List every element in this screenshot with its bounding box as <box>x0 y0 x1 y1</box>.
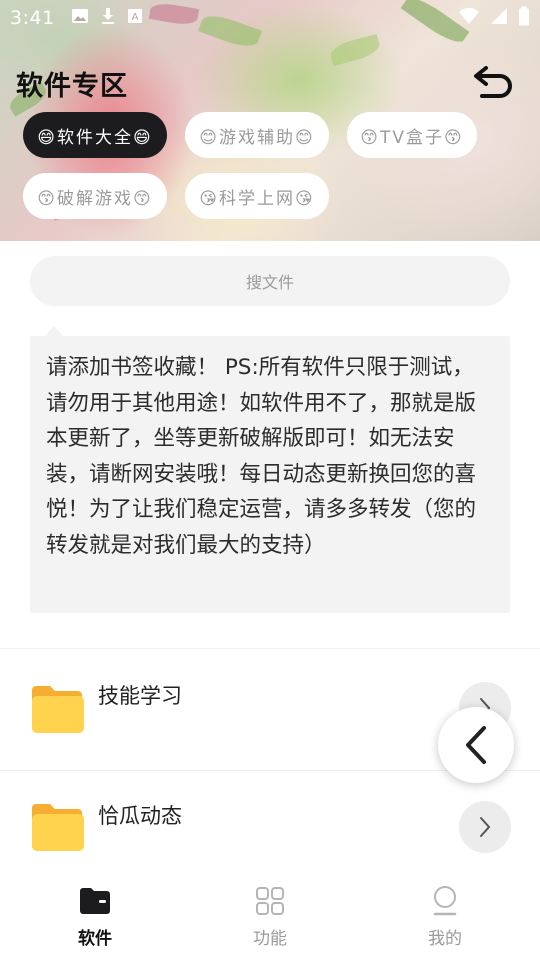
page-title: 软件专区 <box>16 71 128 102</box>
font-app-icon: A <box>127 8 143 28</box>
chip-cracked-games[interactable]: 😙破解游戏😙 <box>23 173 167 219</box>
divider <box>0 648 540 649</box>
user-icon <box>433 886 457 916</box>
back-button[interactable] <box>470 60 518 104</box>
nav-label: 功能 <box>253 929 287 949</box>
decor-leaf <box>328 33 382 67</box>
grid-icon <box>256 887 284 915</box>
battery-icon <box>518 6 530 30</box>
chip-tv-box[interactable]: 😙TV盒子😙 <box>347 112 477 158</box>
folder-title: 技能学习 <box>98 684 182 708</box>
folder-tab-icon <box>80 888 110 914</box>
chip-game-assist[interactable]: 😊游戏辅助😊 <box>185 112 329 158</box>
wifi-icon <box>458 7 480 29</box>
status-time: 3:41 <box>10 7 55 29</box>
nav-label: 我的 <box>428 929 462 949</box>
folder-title: 恰瓜动态 <box>98 804 182 828</box>
nav-tab-software[interactable]: 软件 <box>35 872 155 960</box>
status-bar: 3:41 A <box>0 0 540 36</box>
folder-icon <box>32 804 84 851</box>
chevron-right-icon <box>480 817 491 837</box>
undo-arrow-icon <box>474 66 512 98</box>
chip-vpn[interactable]: 😘科学上网😘 <box>185 173 329 219</box>
download-icon <box>101 7 115 29</box>
folder-icon <box>32 686 84 733</box>
floating-back-button[interactable] <box>438 707 514 783</box>
chevron-left-icon <box>466 726 486 764</box>
bottom-nav: 软件 功能 我的 <box>0 872 540 960</box>
row-arrow-button[interactable] <box>459 801 511 853</box>
signal-icon <box>490 7 508 29</box>
notice-text: 请添加书签收藏！ PS:所有软件只限于测试，请勿用于其他用途！如软件用不了，那就… <box>30 336 510 613</box>
nav-tab-features[interactable]: 功能 <box>210 872 330 960</box>
image-icon <box>71 8 89 28</box>
svg-text:A: A <box>131 12 138 23</box>
nav-tab-mine[interactable]: 我的 <box>385 872 505 960</box>
chip-software-all[interactable]: 😄软件大全😄 <box>23 112 167 158</box>
search-input[interactable]: 搜文件 <box>30 256 510 306</box>
nav-label: 软件 <box>78 929 112 949</box>
